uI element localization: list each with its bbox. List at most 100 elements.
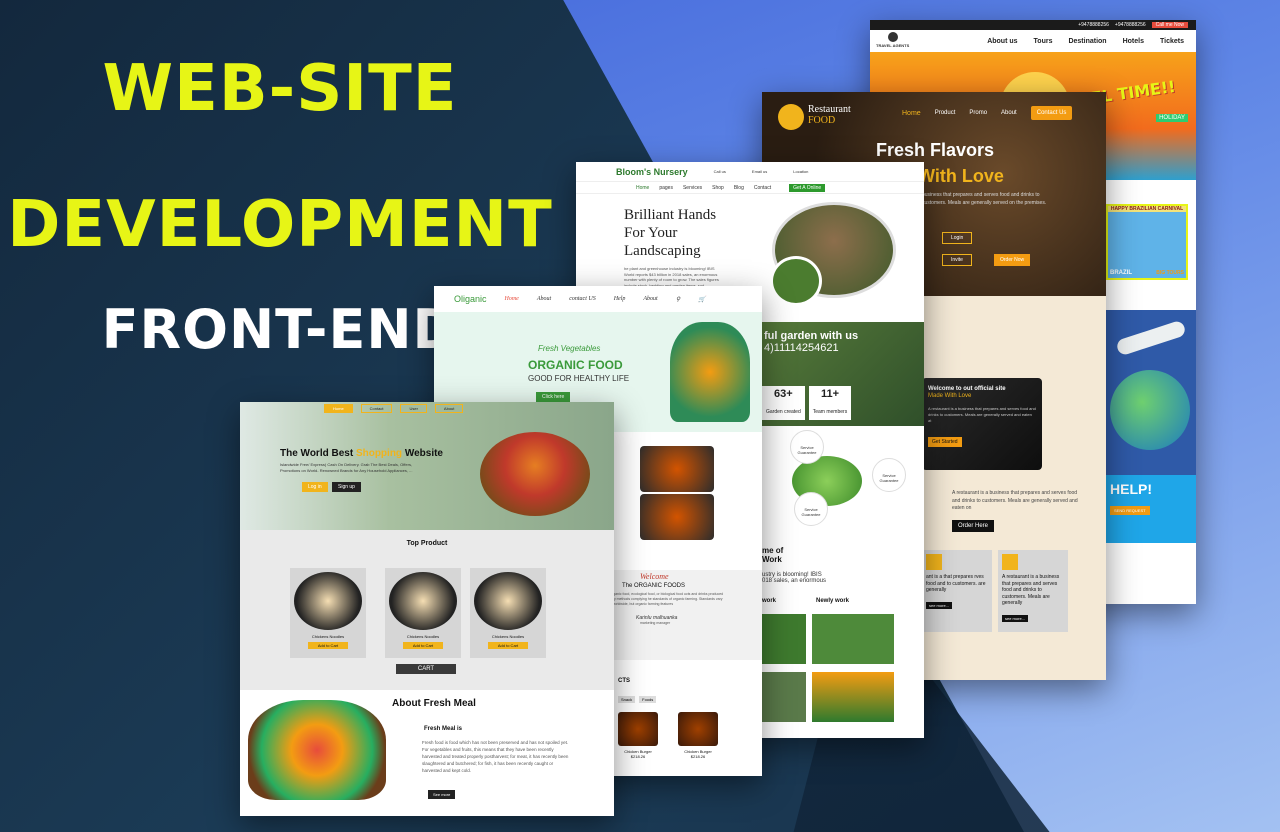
work-photo	[762, 614, 806, 664]
send-request-button[interactable]: SEND REQUEST	[1110, 506, 1150, 515]
organic-nav-contact[interactable]: contact US	[569, 296, 596, 302]
restaurant-welcome-card: Welcome to out official site Made With L…	[922, 378, 1042, 470]
add-to-cart-button[interactable]: Add to Cart	[403, 642, 443, 649]
work-label: work	[762, 598, 777, 604]
shop-nav-user[interactable]: User	[400, 404, 427, 413]
nursery-get-button[interactable]: Get A Online	[789, 183, 826, 192]
nursery-nav-contact[interactable]: Contact	[754, 185, 771, 191]
carnival-card[interactable]: HAPPY BRAZILIAN CARNIVAL BRAZIL BIG TOUR…	[1106, 204, 1188, 280]
restaurant-nav-product[interactable]: Product	[935, 110, 956, 116]
shop-nav-about[interactable]: About	[434, 404, 464, 413]
nursery-nav-shop[interactable]: Shop	[712, 185, 724, 191]
see-more-button[interactable]: see more...	[1002, 614, 1029, 622]
product-price: $218.26	[630, 754, 646, 759]
organic-nav-home[interactable]: Home	[505, 296, 519, 302]
click-here-button[interactable]: Click here	[536, 392, 571, 402]
globe-illustration	[1110, 370, 1190, 450]
restaurant-nav-home[interactable]: Home	[902, 110, 921, 117]
nursery-nav-blog[interactable]: Blog	[734, 185, 744, 191]
nursery-nav-services[interactable]: Services	[683, 185, 702, 191]
work-title-line-1: me of	[762, 546, 784, 555]
stat-gardens-label: Garden created	[766, 409, 801, 415]
travel-help-panel: HELP! SEND REQUEST	[1106, 475, 1196, 543]
product-card[interactable]: Chicken Burger $218.26	[678, 712, 718, 772]
headline-line-1: WEB-SITE	[102, 52, 458, 126]
restaurant-logo-icon[interactable]	[778, 104, 804, 130]
about-paragraph: Fresh food is food which has not been pr…	[422, 740, 569, 773]
organic-nav-help[interactable]: Help	[614, 296, 626, 302]
shop-product-card[interactable]: Chickens Noodles Add to Cart	[290, 568, 366, 658]
stat-gardens: 63+ Garden created	[762, 386, 805, 420]
nursery-email-label: Email us	[751, 169, 768, 174]
product-image	[678, 712, 718, 746]
welcome-subtitle: Made With Love	[928, 393, 972, 399]
shop-title-prefix: The World Best	[280, 448, 356, 459]
tab-foods[interactable]: Foods	[639, 696, 657, 703]
food-photo	[640, 494, 714, 540]
restaurant-order-now-button[interactable]: Order Now	[994, 254, 1031, 266]
about-title: About Fresh Meal	[392, 698, 476, 709]
nursery-nav-home[interactable]: Home	[636, 185, 649, 191]
travel-nav-about[interactable]: About us	[987, 38, 1017, 45]
cart-button[interactable]: CART	[396, 664, 456, 674]
search-icon[interactable]: ⚲	[676, 296, 680, 303]
travel-logo[interactable]: TRAVEL AGENTS	[876, 32, 909, 48]
cart-icon[interactable]: 🛒	[698, 296, 705, 303]
product-image	[389, 572, 457, 630]
shopping-website-mockup: Home Contact User About The World Best S…	[240, 402, 614, 816]
nursery-hero-photo-small	[770, 256, 822, 306]
tab-snack[interactable]: Snack	[618, 696, 636, 703]
shop-nav-home[interactable]: Home	[324, 404, 353, 413]
organic-food-title: ORGANIC FOOD	[528, 358, 623, 372]
shop-hero: Home Contact User About The World Best S…	[240, 402, 614, 530]
nursery-title-line-3: Landscaping	[624, 243, 701, 259]
nursery-nav-pages[interactable]: pages	[659, 185, 673, 191]
restaurant-nav-promo[interactable]: Promo	[969, 110, 987, 116]
top-product-section: Top Product Chickens Noodles Add to Cart…	[240, 530, 614, 690]
shop-product-card[interactable]: Chickens Noodles Add to Cart	[385, 568, 461, 658]
restaurant-paragraph: A restaurant is a business that prepares…	[952, 490, 1078, 511]
order-here-button[interactable]: Order Here	[952, 520, 995, 532]
shop-signup-button[interactable]: Sign up	[332, 482, 361, 492]
restaurant-title-2: With Love	[918, 166, 1004, 186]
work-title-line-2: Work	[762, 555, 782, 564]
nursery-work-title: me of Work	[762, 546, 924, 564]
travel-nav-tickets[interactable]: Tickets	[1160, 38, 1184, 45]
holiday-badge: HOLIDAY	[1156, 114, 1188, 122]
nursery-title-line-1: Brilliant Hands	[624, 207, 717, 223]
product-name: Chickens Noodles	[491, 634, 525, 639]
nursery-location-label: Location	[793, 169, 809, 174]
shop-login-button[interactable]: Log in	[302, 482, 328, 492]
add-to-cart-button[interactable]: Add to Cart	[308, 642, 348, 649]
product-card[interactable]: Chicken Burger $218.26	[618, 712, 658, 772]
travel-nav-destination[interactable]: Destination	[1068, 38, 1106, 45]
welcome-desc: A restaurant is a business that prepares…	[928, 406, 1036, 423]
nursery-services: Service Guarantee Service Guarantee Serv…	[762, 426, 924, 536]
add-to-cart-button[interactable]: Add to Cart	[488, 642, 528, 649]
restaurant-nav: Home Product Promo About Contact Us	[902, 106, 1073, 120]
welcome-title: Welcome to out official site	[928, 386, 1006, 392]
travel-phone-1: +9478888256	[1078, 22, 1109, 28]
shop-nav-contact[interactable]: Contact	[360, 404, 393, 413]
restaurant-title-1: Fresh Flavors	[876, 140, 995, 160]
restaurant-nav-about[interactable]: About	[1001, 110, 1017, 116]
travel-nav-hotels[interactable]: Hotels	[1123, 38, 1144, 45]
carnival-tours: BIG TOURS	[1156, 270, 1184, 276]
organic-nav-about-2[interactable]: About	[643, 296, 657, 302]
restaurant-contact-button[interactable]: Contact Us	[1030, 106, 1073, 120]
see-more-button[interactable]: see more...	[926, 601, 953, 609]
travel-call-button[interactable]: Call me Now	[1151, 22, 1188, 28]
healthy-life-label: GOOD FOR HEALTHY LIFE	[528, 374, 630, 383]
see-more-button[interactable]: See more	[428, 790, 456, 799]
vegetables-illustration	[670, 322, 750, 422]
organic-nav-about[interactable]: About	[537, 296, 551, 302]
restaurant-feature-box: ant is a that prepares rves food and to …	[922, 550, 992, 632]
nursery-logo[interactable]: Bloom's Nursery	[616, 167, 688, 177]
nursery-nav: Home pages Services Shop Blog Contact Ge…	[576, 182, 924, 194]
shop-product-card[interactable]: Chickens Noodles Add to Cart	[470, 568, 546, 658]
get-started-button[interactable]: Get Started	[928, 437, 962, 447]
restaurant-invite-button[interactable]: Invite	[942, 254, 972, 266]
travel-nav-tours[interactable]: Tours	[1034, 38, 1053, 45]
restaurant-login-button[interactable]: Login	[942, 232, 973, 244]
organic-logo[interactable]: Oliganic	[454, 294, 487, 304]
